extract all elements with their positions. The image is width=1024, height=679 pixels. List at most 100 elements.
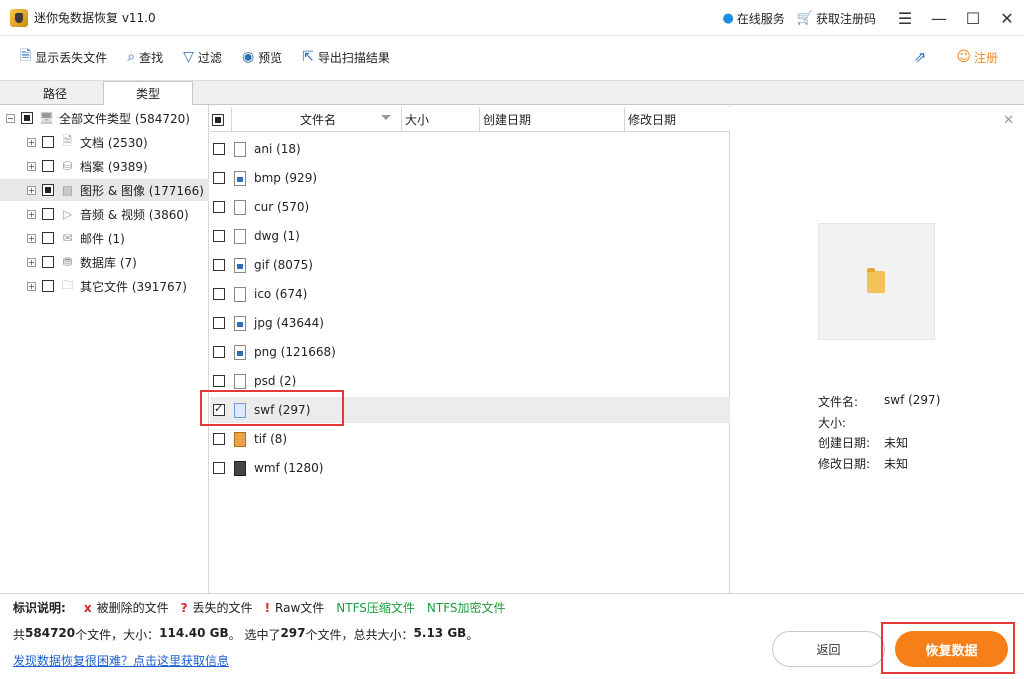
preview-button[interactable]: ◉ 预览	[242, 49, 282, 66]
row-checkbox[interactable]	[213, 259, 225, 271]
export-scan-results-button[interactable]: ⇱ 导出扫描结果	[302, 49, 390, 66]
help-link[interactable]: 发现数据恢复很困难？点击这里获取信息	[13, 652, 229, 669]
tree-checkbox[interactable]	[42, 160, 54, 172]
minimize-button[interactable]: —	[922, 0, 956, 36]
list-item[interactable]: gif (8075)	[210, 252, 730, 278]
tree-item-other[interactable]: + 🗀 其它文件 (391767)	[0, 275, 209, 297]
register-button[interactable]: ☺ 注册	[956, 49, 998, 66]
back-button[interactable]: 返回	[772, 631, 885, 667]
row-checkbox[interactable]	[213, 201, 225, 213]
tree-item-media[interactable]: + ▷ 音频 & 视频 (3860)	[0, 203, 209, 225]
list-item[interactable]: jpg (43644)	[210, 310, 730, 336]
list-item[interactable]: wmf (1280)	[210, 455, 730, 481]
document-icon: 🗎	[62, 133, 73, 148]
get-code-link[interactable]: 🛒 获取注册码	[797, 10, 876, 27]
wmf-file-icon	[234, 460, 246, 476]
minimize-icon: —	[931, 8, 947, 28]
list-item[interactable]: dwg (1)	[210, 223, 730, 249]
expand-icon[interactable]: +	[27, 281, 36, 291]
legend-title: 标识说明:	[13, 601, 66, 615]
tree-item-mail[interactable]: + ✉ 邮件 (1)	[0, 227, 209, 249]
column-header-name[interactable]: 文件名	[232, 107, 402, 132]
find-button[interactable]: ⌕ 查找	[127, 49, 163, 66]
expand-icon[interactable]: +	[27, 209, 36, 219]
list-item[interactable]: cur (570)	[210, 194, 730, 220]
tree-item-documents[interactable]: + 🗎 文档 (2530)	[0, 131, 209, 153]
list-item[interactable]: ico (674)	[210, 281, 730, 307]
tree-checkbox[interactable]	[42, 280, 54, 292]
search-icon: ⌕	[127, 49, 136, 65]
database-icon: ⛃	[62, 255, 73, 269]
tree-item-graphics[interactable]: + ▨ 图形 & 图像 (177166)	[0, 179, 209, 201]
column-header-created[interactable]: 创建日期	[480, 107, 625, 132]
filter-button[interactable]: ▽ 过滤	[183, 49, 222, 66]
legend-deleted: x 被删除的文件	[84, 599, 169, 616]
tree-checkbox[interactable]	[42, 208, 54, 220]
row-checkbox[interactable]	[213, 346, 225, 358]
document-icon: 🗎	[20, 48, 32, 64]
legend-label: 丢失的文件	[192, 601, 253, 615]
row-checkbox[interactable]	[213, 462, 225, 474]
list-item[interactable]: ani (18)	[210, 136, 730, 162]
list-header: 文件名 大小 创建日期 修改日期	[210, 107, 730, 132]
show-lost-files-button[interactable]: 🗎 显示丢失文件	[20, 45, 107, 69]
close-preview-icon[interactable]: ✕	[1003, 113, 1014, 128]
maximize-button[interactable]: ☐	[956, 0, 990, 36]
selected-files-count: 297	[280, 626, 306, 640]
column-header-modified[interactable]: 修改日期	[625, 107, 728, 132]
tree-checkbox[interactable]	[42, 256, 54, 268]
tree-item-database[interactable]: + ⛃ 数据库 (7)	[0, 251, 209, 273]
maximize-icon: ☐	[965, 8, 981, 28]
expand-icon[interactable]: +	[27, 257, 36, 267]
list-item[interactable]: png (121668)	[210, 339, 730, 365]
tree-checkbox[interactable]	[42, 136, 54, 148]
raw-mark-icon: !	[264, 600, 271, 615]
tree-checkbox[interactable]	[21, 112, 33, 124]
row-checkbox[interactable]	[213, 288, 225, 300]
tree-item-archives[interactable]: + ⛁ 档案 (9389)	[0, 155, 209, 177]
expand-icon[interactable]: +	[27, 185, 36, 195]
online-service-link[interactable]: ● 在线服务	[722, 10, 784, 27]
column-header-size[interactable]: 大小	[402, 107, 480, 132]
tab-type[interactable]: 类型	[103, 81, 193, 106]
tree-checkbox[interactable]	[42, 184, 54, 196]
row-label: bmp (929)	[254, 171, 318, 185]
row-checkbox[interactable]	[213, 172, 225, 184]
expand-icon[interactable]: +	[27, 161, 36, 171]
computer-icon: 🖥	[38, 111, 55, 125]
row-label: jpg (43644)	[254, 316, 324, 330]
row-checkbox[interactable]	[213, 143, 225, 155]
tree-item-label: 档案 (9389)	[80, 159, 148, 174]
tree-item-all[interactable]: − 🖥 全部文件类型 (584720)	[0, 107, 209, 129]
expand-icon[interactable]: +	[27, 137, 36, 147]
row-checkbox[interactable]	[213, 317, 225, 329]
close-button[interactable]: ✕	[990, 0, 1024, 36]
tree-checkbox[interactable]	[42, 232, 54, 244]
show-lost-label: 显示丢失文件	[35, 50, 108, 65]
list-item[interactable]: bmp (929)	[210, 165, 730, 191]
row-checkbox[interactable]	[213, 375, 225, 387]
expand-icon[interactable]: +	[27, 233, 36, 243]
selected-size: 5.13 GB	[413, 626, 467, 640]
info-value: 未知	[884, 436, 909, 450]
row-label: wmf (1280)	[254, 461, 324, 475]
legend-lost: ? 丢失的文件	[181, 599, 253, 616]
list-item[interactable]: tif (8)	[210, 426, 730, 452]
row-checkbox[interactable]	[213, 433, 225, 445]
mail-icon: ✉	[62, 231, 73, 245]
collapse-icon[interactable]: −	[6, 113, 15, 123]
share-icon[interactable]: ⇗	[914, 48, 927, 66]
select-all-checkbox[interactable]	[211, 113, 224, 126]
legend-label: 被删除的文件	[96, 601, 169, 615]
info-label: 修改日期:	[818, 457, 871, 471]
tab-path[interactable]: 路径	[10, 81, 100, 106]
stats-text: 。 选中了	[228, 628, 281, 642]
filter-label: 过滤	[197, 50, 222, 65]
app-logo-icon	[10, 8, 28, 27]
row-checkbox[interactable]	[213, 230, 225, 242]
headset-icon: ●	[722, 10, 734, 26]
selection-highlight-box	[200, 390, 344, 426]
info-filename: 文件名: swf (297)	[818, 393, 940, 410]
play-icon: ▷	[62, 207, 73, 221]
menu-button[interactable]: ☰	[888, 0, 922, 36]
